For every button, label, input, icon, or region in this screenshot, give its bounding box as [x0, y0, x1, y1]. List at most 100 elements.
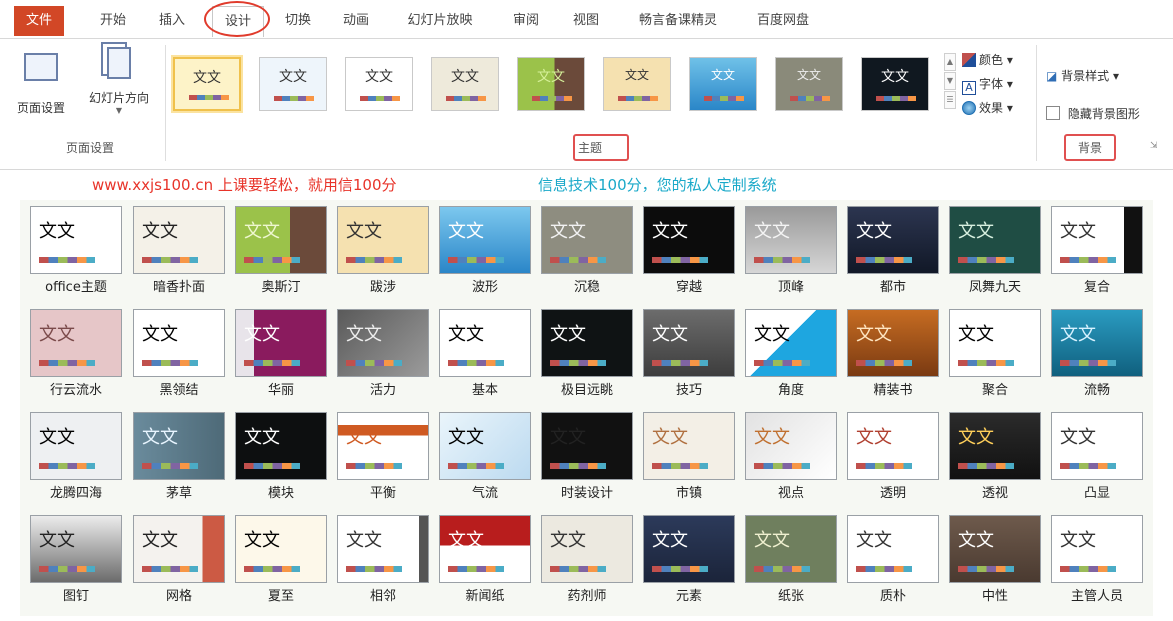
theme-item[interactable]: 文文 黑领结 — [133, 303, 227, 403]
theme-item[interactable]: 文文 穿越 — [643, 200, 737, 300]
theme-preview: 文文 — [1051, 515, 1143, 583]
thumb-color-bar — [618, 96, 658, 101]
tab-file[interactable]: 文件 — [14, 6, 64, 36]
theme-item[interactable]: 文文 相邻 — [337, 509, 431, 609]
thumb-text: 文文 — [279, 69, 307, 85]
theme-item[interactable]: 文文 沉稳 — [541, 200, 635, 300]
ribbon-theme-thumb[interactable]: 文文 — [173, 57, 241, 111]
theme-item[interactable]: 文文 技巧 — [643, 303, 737, 403]
tab-animations[interactable]: 动画 — [336, 9, 376, 33]
theme-fonts-button[interactable]: A 字体 ▾ — [962, 75, 1013, 95]
theme-item[interactable]: 文文 角度 — [745, 303, 839, 403]
theme-item[interactable]: 文文 质朴 — [847, 509, 941, 609]
page-setup-button[interactable]: 页面设置 — [4, 45, 78, 116]
theme-item[interactable]: 文文 网格 — [133, 509, 227, 609]
theme-item[interactable]: 文文 凤舞九天 — [949, 200, 1043, 300]
theme-effects-button[interactable]: 效果 ▾ — [962, 99, 1013, 117]
theme-item[interactable]: 文文 图钉 — [30, 509, 124, 609]
theme-preview-text: 文文 — [448, 427, 484, 448]
theme-preview-text: 文文 — [1060, 324, 1096, 345]
tab-design[interactable]: 设计 — [212, 6, 264, 37]
theme-item[interactable]: 文文 流畅 — [1051, 303, 1145, 403]
ribbon-theme-thumb[interactable]: 文文 — [689, 57, 757, 111]
theme-item[interactable]: 文文 暗香扑面 — [133, 200, 227, 300]
theme-item[interactable]: 文文 龙腾四海 — [30, 406, 124, 506]
theme-item[interactable]: 文文 极目远眺 — [541, 303, 635, 403]
theme-colors-button[interactable]: 颜色 ▾ — [962, 51, 1013, 69]
ribbon-theme-thumb[interactable]: 文文 — [517, 57, 585, 111]
theme-item[interactable]: 文文 新闻纸 — [439, 509, 533, 609]
theme-item[interactable]: 文文 市镇 — [643, 406, 737, 506]
theme-preview-text: 文文 — [448, 221, 484, 242]
theme-item[interactable]: 文文 奥斯汀 — [235, 200, 329, 300]
theme-item[interactable]: 文文 都市 — [847, 200, 941, 300]
tab-transitions[interactable]: 切换 — [278, 9, 318, 33]
gallery-more-button[interactable]: ☰ — [944, 91, 956, 109]
thumb-text: 文文 — [537, 69, 565, 85]
ribbon-theme-thumb[interactable]: 文文 — [345, 57, 413, 111]
theme-preview-text: 文文 — [39, 221, 75, 242]
theme-colors-label: 颜色 — [979, 53, 1004, 67]
ribbon-theme-thumb[interactable]: 文文 — [775, 57, 843, 111]
ribbon-theme-thumb[interactable]: 文文 — [861, 57, 929, 111]
theme-item[interactable]: 文文 视点 — [745, 406, 839, 506]
hide-background-graphics-checkbox[interactable]: 隐藏背景图形 — [1046, 105, 1140, 122]
theme-preview-text: 文文 — [142, 427, 178, 448]
theme-preview-text: 文文 — [958, 427, 994, 448]
theme-name: 聚合 — [981, 383, 1008, 398]
theme-item[interactable]: 文文 纸张 — [745, 509, 839, 609]
tab-slideshow[interactable]: 幻灯片放映 — [395, 9, 485, 33]
theme-item[interactable]: 文文 气流 — [439, 406, 533, 506]
theme-color-bar — [856, 257, 912, 263]
theme-item[interactable]: 文文 元素 — [643, 509, 737, 609]
theme-item[interactable]: 文文 透明 — [847, 406, 941, 506]
theme-name: 新闻纸 — [465, 589, 505, 604]
theme-preview-text: 文文 — [39, 427, 75, 448]
theme-name: 精装书 — [873, 383, 913, 398]
tab-review[interactable]: 审阅 — [506, 9, 546, 33]
theme-item[interactable]: 文文 平衡 — [337, 406, 431, 506]
theme-item[interactable]: 文文 精装书 — [847, 303, 941, 403]
gallery-scroll-up-button[interactable]: ▲ — [944, 53, 956, 71]
theme-item[interactable]: 文文 跋涉 — [337, 200, 431, 300]
theme-item[interactable]: 文文 模块 — [235, 406, 329, 506]
gallery-scroll-down-button[interactable]: ▼ — [944, 72, 956, 90]
theme-item[interactable]: 文文 时装设计 — [541, 406, 635, 506]
thumb-color-bar — [274, 96, 314, 101]
theme-item[interactable]: 文文 茅草 — [133, 406, 227, 506]
tab-home[interactable]: 开始 — [88, 9, 138, 33]
dialog-launcher-icon[interactable]: ⇲ — [1150, 141, 1158, 151]
tab-view[interactable]: 视图 — [566, 9, 606, 33]
theme-item[interactable]: 文文 基本 — [439, 303, 533, 403]
theme-item[interactable]: 文文 华丽 — [235, 303, 329, 403]
theme-name: 模块 — [267, 486, 294, 501]
theme-item[interactable]: 文文 聚合 — [949, 303, 1043, 403]
theme-item[interactable]: 文文 主管人员 — [1051, 509, 1145, 609]
theme-item[interactable]: 文文 波形 — [439, 200, 533, 300]
tab-insert[interactable]: 插入 — [152, 9, 192, 33]
theme-item[interactable]: 文文 office主题 — [30, 200, 124, 300]
theme-item[interactable]: 文文 复合 — [1051, 200, 1145, 300]
theme-preview-text: 文文 — [39, 530, 75, 551]
ribbon-theme-thumb[interactable]: 文文 — [259, 57, 327, 111]
theme-color-bar — [142, 257, 198, 263]
theme-name: 黑领结 — [159, 383, 199, 398]
slide-orientation-button[interactable]: 幻灯片方向 ▼ — [78, 45, 160, 115]
theme-item[interactable]: 文文 透视 — [949, 406, 1043, 506]
ribbon-theme-thumb[interactable]: 文文 — [431, 57, 499, 111]
background-styles-button[interactable]: ◪ 背景样式 ▾ — [1046, 67, 1119, 84]
theme-color-bar — [652, 463, 708, 469]
theme-item[interactable]: 文文 中性 — [949, 509, 1043, 609]
tab-baidu-netdisk[interactable]: 百度网盘 — [748, 9, 818, 33]
thumb-color-bar — [876, 96, 916, 101]
theme-item[interactable]: 文文 行云流水 — [30, 303, 124, 403]
theme-item[interactable]: 文文 活力 — [337, 303, 431, 403]
theme-item[interactable]: 文文 凸显 — [1051, 406, 1145, 506]
page-setup-icon — [24, 53, 58, 81]
ribbon-theme-thumb[interactable]: 文文 — [603, 57, 671, 111]
theme-item[interactable]: 文文 顶峰 — [745, 200, 839, 300]
tab-changyan[interactable]: 畅言备课精灵 — [628, 9, 728, 33]
theme-item[interactable]: 文文 药剂师 — [541, 509, 635, 609]
hide-background-graphics-label: 隐藏背景图形 — [1067, 107, 1140, 121]
theme-item[interactable]: 文文 夏至 — [235, 509, 329, 609]
